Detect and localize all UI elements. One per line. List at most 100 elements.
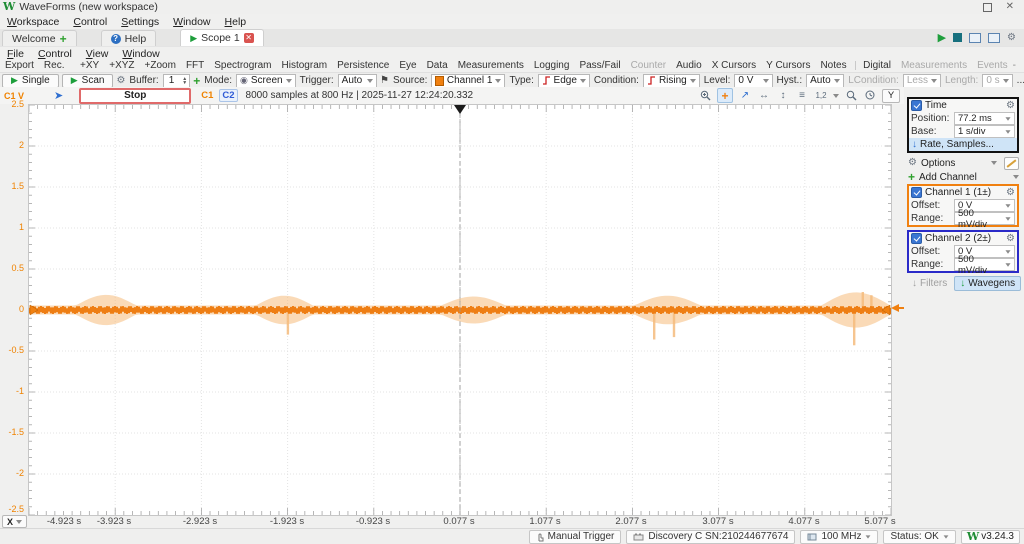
scope-menu-window[interactable]: Window: [115, 48, 166, 60]
single-button[interactable]: ▶ Single: [2, 73, 59, 88]
toolbar-histogram[interactable]: Histogram: [277, 60, 333, 71]
toolbar-eye[interactable]: Eye: [394, 60, 421, 71]
scope-menu-file[interactable]: File: [0, 48, 31, 60]
device-button[interactable]: Discovery C SN:210244677674: [626, 529, 796, 544]
trigger-level-marker-icon[interactable]: [891, 304, 899, 312]
zoom-in-icon[interactable]: [698, 89, 712, 102]
tile-windows-icon[interactable]: [988, 32, 1001, 43]
type-select[interactable]: Edge: [537, 73, 590, 88]
position-marker-icon[interactable]: ➤: [54, 89, 63, 102]
filters-toggle[interactable]: ↓ Filters: [907, 277, 952, 290]
channel1-checkbox[interactable]: [911, 187, 922, 198]
wavegens-toggle[interactable]: ↓ Wavegens: [954, 276, 1022, 291]
toolbar-audio[interactable]: Audio: [671, 60, 707, 71]
annotate-tool-icon[interactable]: [1004, 156, 1019, 170]
scope-menu-control[interactable]: Control: [31, 48, 79, 60]
toolbar-fft[interactable]: FFT: [181, 60, 209, 71]
toolbar-logging[interactable]: Logging: [529, 60, 575, 71]
add-buffer-icon[interactable]: +: [193, 75, 200, 87]
fit-height-icon[interactable]: ↕: [776, 89, 790, 102]
toolbar-data[interactable]: Data: [422, 60, 453, 71]
toolbar-passfail[interactable]: Pass/Fail: [574, 60, 625, 71]
condition-label: Condition:: [593, 75, 639, 86]
toolbar-x-cursors[interactable]: X Cursors: [707, 60, 761, 71]
toolbar-zoom[interactable]: +Zoom: [140, 60, 181, 71]
channel1-settings-icon[interactable]: ⚙: [1006, 187, 1015, 198]
manual-trigger-button[interactable]: Manual Trigger: [528, 529, 622, 544]
toolbar-xyz[interactable]: +XYZ: [104, 60, 139, 71]
y-tick-label: 1.5: [11, 181, 24, 191]
toolbar-spectrogram[interactable]: Spectrogram: [209, 60, 276, 71]
workspace-settings-icon[interactable]: ⚙: [1007, 32, 1016, 43]
toolbar-overflow[interactable]: -: [1013, 60, 1024, 71]
toolbar-notes[interactable]: Notes: [815, 60, 851, 71]
rate-samples-link[interactable]: ↓ Rate, Samples...: [909, 138, 1017, 151]
label-order-icon[interactable]: 1,2: [814, 89, 828, 102]
time-checkbox[interactable]: [911, 100, 922, 111]
cascade-windows-icon[interactable]: [969, 32, 982, 43]
menu-workspace[interactable]: Workspace: [0, 16, 66, 28]
add-channel-row[interactable]: + Add Channel: [904, 170, 1024, 184]
zoom-tool-icon[interactable]: [844, 89, 858, 102]
tab-scope-1[interactable]: ▶ Scope 1 ✕: [180, 29, 264, 46]
options-row[interactable]: ⚙ Options: [904, 156, 1024, 170]
menu-window[interactable]: Window: [166, 16, 217, 28]
menu-control[interactable]: Control: [66, 16, 114, 28]
channel1-range-select[interactable]: 500 mV/div: [954, 208, 1015, 230]
channel2-tag[interactable]: C2: [219, 89, 238, 102]
source-select[interactable]: Channel 1: [431, 73, 506, 88]
close-icon[interactable]: ✕: [1006, 2, 1014, 12]
channel2-settings-icon[interactable]: ⚙: [1006, 233, 1015, 244]
scope-plot-area[interactable]: [28, 104, 892, 516]
toolbar-persistence[interactable]: Persistence: [332, 60, 394, 71]
time-settings-icon[interactable]: ⚙: [1006, 100, 1015, 111]
buffer-settings-icon[interactable]: ⚙: [116, 75, 125, 86]
stop-all-icon[interactable]: [953, 33, 963, 42]
channel2-checkbox[interactable]: [911, 233, 922, 244]
crosshair-tool-icon[interactable]: +: [717, 88, 733, 103]
menu-help[interactable]: Help: [218, 16, 254, 28]
channel1-tag[interactable]: C1: [201, 90, 213, 101]
scope-menu-view[interactable]: View: [79, 48, 116, 60]
maximize-icon[interactable]: [982, 2, 992, 12]
mode-select[interactable]: ◉ Screen: [236, 73, 296, 88]
toolbar-y-cursors[interactable]: Y Cursors: [761, 60, 815, 71]
position-select[interactable]: 77.2 ms: [954, 112, 1015, 125]
y-axis-button[interactable]: Y: [882, 88, 900, 103]
measure-lines-icon[interactable]: ≡: [795, 89, 809, 102]
trigger-flag-icon[interactable]: ⚑: [380, 75, 389, 86]
hysteresis-select[interactable]: Auto: [806, 73, 845, 88]
more-controls-button[interactable]: ...: [1016, 75, 1024, 86]
tab-help[interactable]: ? Help: [100, 30, 157, 46]
tab-welcome[interactable]: Welcome +: [2, 30, 77, 46]
toolbar-measurements[interactable]: Measurements: [453, 60, 529, 71]
scan-button[interactable]: ▶ Scan: [61, 73, 114, 88]
close-tab-icon[interactable]: ✕: [243, 33, 254, 43]
scan-play-icon: ▶: [70, 75, 78, 85]
add-instrument-icon[interactable]: +: [60, 33, 67, 45]
pointer-tool-icon[interactable]: ↗: [738, 89, 752, 102]
time-panel-title: Time: [925, 100, 947, 111]
base-select[interactable]: 1 s/div: [954, 125, 1015, 138]
toolbar-rec[interactable]: Rec.: [39, 60, 70, 71]
run-all-icon[interactable]: ▶: [938, 31, 946, 44]
toolbar-export[interactable]: Export: [0, 60, 39, 71]
status-button[interactable]: Status: OK: [883, 529, 956, 544]
clock-chip-icon: [807, 533, 817, 540]
frequency-button[interactable]: 100 MHz: [800, 529, 879, 544]
menu-settings[interactable]: Settings: [114, 16, 166, 28]
fit-width-icon[interactable]: ↔: [757, 89, 771, 102]
y-tick-label: 1: [18, 222, 24, 232]
level-select[interactable]: 0 V: [734, 73, 773, 88]
buffer-stepper[interactable]: 1 ▲ ▼: [162, 73, 191, 88]
time-zoom-icon[interactable]: [863, 89, 877, 102]
x-axis-button[interactable]: X: [2, 515, 28, 528]
stop-button[interactable]: Stop: [79, 87, 192, 104]
main-menu-bar: Workspace Control Settings Window Help: [0, 14, 1024, 29]
channel2-range-select[interactable]: 500 mV/div: [954, 254, 1015, 276]
condition-select[interactable]: Rising: [642, 73, 700, 88]
toolbar-xy[interactable]: +XY: [75, 60, 104, 71]
tools-dropdown-caret[interactable]: [833, 93, 839, 98]
trigger-select[interactable]: Auto: [337, 73, 377, 88]
toolbar-digital[interactable]: Digital: [858, 60, 896, 71]
